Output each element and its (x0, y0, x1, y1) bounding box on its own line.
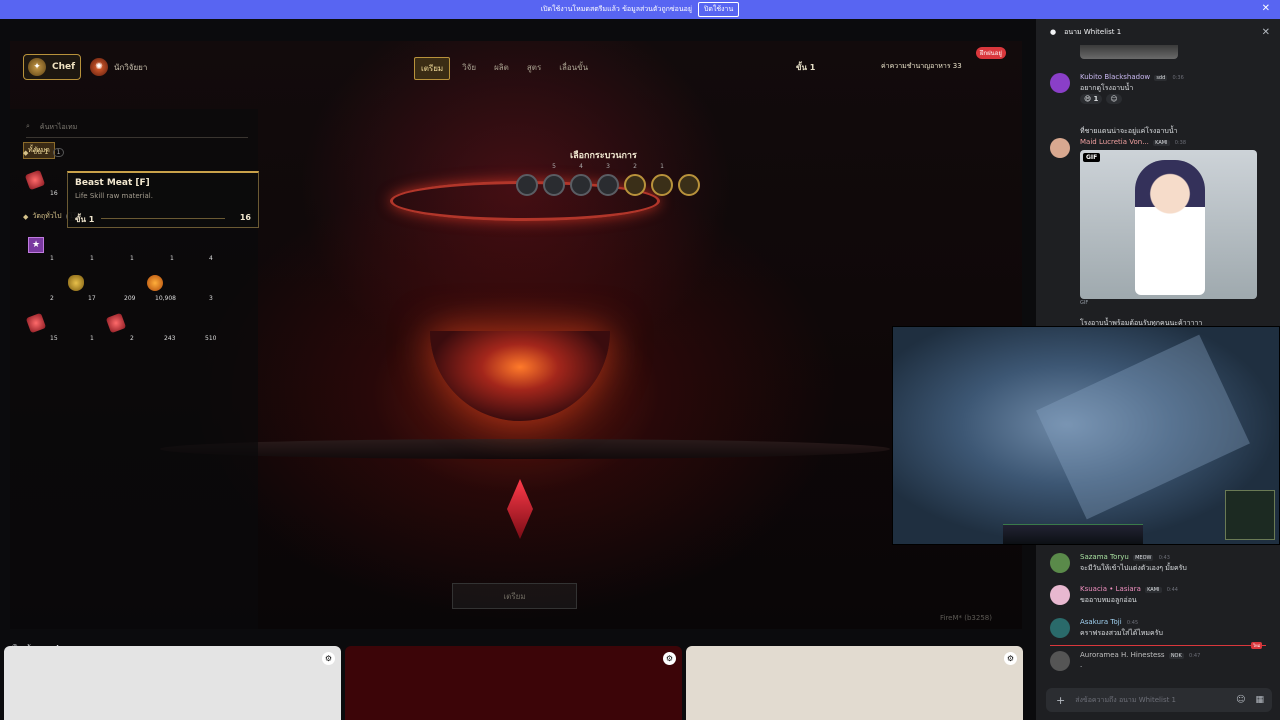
tooltip-footer: ขั้น 1 16 (75, 213, 251, 224)
item-tooltip: Beast Meat [F] Life Skill raw material. … (67, 171, 259, 228)
chef-role-button[interactable]: ✦ Chef (23, 54, 81, 80)
game-tabs: เตรียม วิจัย ผลิต สูตร เลื่อนขั้น (414, 57, 594, 80)
disable-streamer-mode-button[interactable]: ปิดใช้งาน (697, 2, 740, 17)
search-input[interactable]: ค้นหาไอเทม (40, 122, 77, 133)
avatar[interactable] (1050, 138, 1070, 158)
picture-in-picture-stream[interactable] (892, 326, 1280, 545)
game-hud (1003, 524, 1143, 544)
chat-bubble-icon: ● (1050, 28, 1057, 36)
anime-character (1135, 160, 1205, 295)
diamond-icon: ◆ (23, 148, 29, 157)
gif-label: GIF (1083, 153, 1101, 162)
emoji-icon[interactable]: ☺ (1236, 695, 1245, 705)
process-slot[interactable] (597, 174, 619, 196)
tab-prepare[interactable]: เตรียม (414, 57, 451, 80)
voice-tile[interactable]: ⚙ (4, 646, 341, 720)
avatar[interactable] (1050, 73, 1070, 93)
prepare-button[interactable]: เตรียม (452, 583, 577, 609)
map-lane (1036, 334, 1250, 520)
streamer-mode-banner: เปิดใช้งานโหมดสตรีมแล้ว ข้อมูลส่วนตัวถูก… (0, 0, 1280, 19)
message-input[interactable]: + ส่งข้อความถึง อนาม Whitelist 1 ☺ ▦ (1046, 688, 1272, 712)
settings-icon[interactable]: ⚙ (322, 652, 335, 665)
channel-name: อนาม Whitelist 1 (1064, 27, 1122, 36)
process-slot[interactable] (651, 174, 673, 196)
table-top (160, 439, 890, 459)
reactions: 😄 1 ☺ (1080, 94, 1122, 104)
beast-meat-qty: 16 (50, 190, 58, 197)
tab-produce[interactable]: ผลิต (488, 57, 515, 80)
star-item[interactable]: ★ (28, 237, 44, 253)
item-search[interactable]: ⌕ ค้นหาไอเทม (26, 122, 77, 133)
cauldron (430, 331, 610, 421)
search-icon: ⌕ (26, 122, 30, 130)
chef-emblem-icon: ✦ (28, 58, 46, 76)
tier-1-header[interactable]: ◆ ขั้น 1 1 (23, 147, 65, 158)
banner-text: เปิดใช้งานโหมดสตรีมแล้ว ข้อมูลส่วนตัวถูก… (540, 5, 692, 13)
voice-tile[interactable]: ⚙ (686, 646, 1023, 720)
minimap (1225, 490, 1275, 540)
process-slot[interactable] (543, 174, 565, 196)
avatar[interactable] (1050, 651, 1070, 671)
process-title: เลือกกระบวนการ (570, 151, 637, 161)
avatar[interactable] (1050, 585, 1070, 605)
game-screen[interactable] (10, 41, 1022, 629)
process-slot[interactable] (516, 174, 538, 196)
message-placeholder: ส่งข้อความถึง อนาม Whitelist 1 (1075, 695, 1177, 704)
red-gem-ornament (507, 479, 533, 539)
tooltip-desc: Life Skill raw material. (75, 192, 153, 200)
gif-caption: GIF (1080, 300, 1089, 306)
voice-tile[interactable]: ⚙ (345, 646, 682, 720)
fruit-item[interactable] (147, 275, 163, 291)
gif-attachment[interactable]: GIF (1080, 150, 1257, 299)
process-slot[interactable] (678, 174, 700, 196)
tooltip-title: Beast Meat [F] (75, 178, 150, 188)
process-slot[interactable] (570, 174, 592, 196)
level-label: ขั้น 1 (796, 63, 816, 72)
stream-stage: ✦ Chef ✺ นักวิจัยยา เตรียม วิจัย ผลิต สู… (0, 19, 1036, 720)
tab-research[interactable]: วิจัย (456, 57, 482, 80)
avatar[interactable] (1050, 618, 1070, 638)
reputation-label: ค่าความชำนาญอาหาร 33 (881, 62, 962, 70)
settings-icon[interactable]: ⚙ (663, 652, 676, 665)
tab-recipes[interactable]: สูตร (521, 57, 547, 80)
reaction-chip[interactable]: 😄 1 (1080, 94, 1103, 104)
status-badge: ฝึกฝนอยู่ (976, 47, 1006, 59)
close-icon[interactable]: ✕ (1262, 3, 1270, 14)
chat-header: ● อนาม Whitelist 1 ✕ (1036, 19, 1280, 45)
image-attachment[interactable] (1080, 45, 1178, 59)
search-underline (26, 137, 248, 138)
settings-icon[interactable]: ⚙ (1004, 652, 1017, 665)
apps-icon[interactable]: ▦ (1255, 695, 1264, 705)
slot-numbers: 5 4 3 2 1 (552, 163, 664, 170)
game-top-bar: ✦ Chef ✺ นักวิจัยยา เตรียม วิจัย ผลิต สู… (10, 47, 1022, 86)
tab-promote[interactable]: เลื่อนขั้น (553, 57, 594, 80)
process-slot[interactable] (624, 174, 646, 196)
new-messages-divider (1050, 645, 1266, 646)
new-messages-tag: ใหม่ (1251, 642, 1263, 649)
scientist-emblem-icon: ✺ (90, 58, 108, 76)
avatar[interactable] (1050, 553, 1070, 573)
player-id: FireM* (b3258) (940, 614, 992, 622)
close-icon[interactable]: ✕ (1262, 27, 1270, 38)
scientist-role-button[interactable]: ✺ นักวิจัยยา (90, 58, 147, 76)
diamond-icon: ◆ (23, 212, 29, 221)
plus-icon[interactable]: + (1056, 694, 1065, 707)
add-reaction-icon[interactable]: ☺ (1106, 94, 1122, 104)
potion-item[interactable] (68, 275, 84, 291)
process-slots (516, 174, 700, 196)
